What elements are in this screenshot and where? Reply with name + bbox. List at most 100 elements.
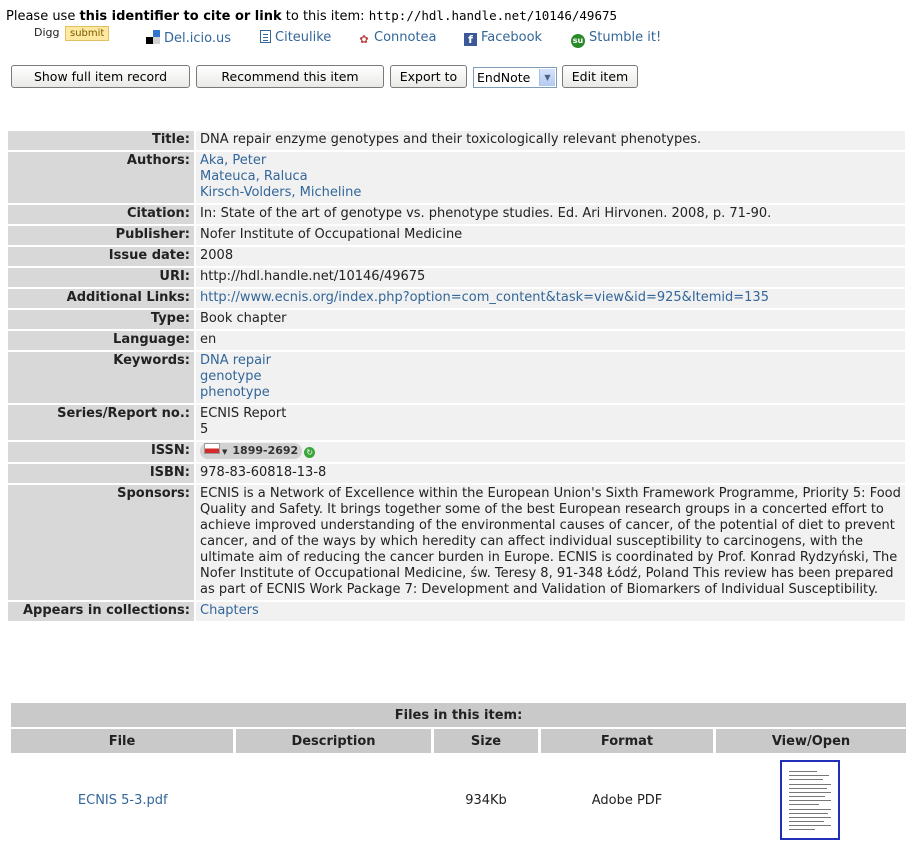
- series-number: 5: [200, 422, 901, 438]
- col-header-size: Size: [433, 728, 540, 753]
- citeulike-label: Citeulike: [275, 30, 331, 45]
- show-full-record-button[interactable]: Show full item record: [11, 65, 190, 88]
- metadata-row-citation: Citation: In: State of the art of genoty…: [8, 205, 905, 224]
- file-link[interactable]: ECNIS 5-3.pdf: [78, 793, 168, 808]
- series-name: ECNIS Report: [200, 406, 901, 422]
- digg-widget[interactable]: Digg submit: [34, 26, 109, 41]
- metadata-row-series: Series/Report no.: ECNIS Report 5: [8, 405, 905, 440]
- author-link[interactable]: Mateuca, Raluca: [200, 169, 901, 185]
- publisher-label: Publisher:: [8, 226, 194, 245]
- keyword-link[interactable]: genotype: [200, 369, 901, 385]
- citation-label: Citation:: [8, 205, 194, 224]
- export-format-select[interactable]: EndNote ▼: [473, 67, 557, 88]
- issn-badge[interactable]: ▼1899-2692: [200, 443, 302, 459]
- stumble-label: Stumble it!: [589, 30, 661, 45]
- issue-date-label: Issue date:: [8, 247, 194, 266]
- author-link[interactable]: Kirsch-Volders, Micheline: [200, 185, 901, 201]
- publisher-value: Nofer Institute of Occupational Medicine: [194, 226, 905, 245]
- issn-number: 1899-2692: [232, 444, 298, 457]
- collections-label: Appears in collections:: [8, 602, 194, 621]
- export-button[interactable]: Export to: [390, 65, 467, 88]
- additional-link[interactable]: http://www.ecnis.org/index.php?option=co…: [200, 290, 901, 306]
- keyword-link[interactable]: DNA repair: [200, 353, 901, 369]
- files-header-row: File Description Size Format View/Open: [11, 728, 906, 753]
- title-value: DNA repair enzyme genotypes and their to…: [194, 131, 905, 150]
- metadata-row-uri: URI: http://hdl.handle.net/10146/49675: [8, 268, 905, 287]
- metadata-row-links: Additional Links: http://www.ecnis.org/i…: [8, 289, 905, 308]
- collection-link[interactable]: Chapters: [200, 603, 901, 619]
- poland-flag-icon: [204, 443, 220, 454]
- issn-label: ISSN:: [8, 442, 194, 462]
- metadata-row-collections: Appears in collections: Chapters: [8, 602, 905, 621]
- facebook-icon: f: [464, 33, 477, 46]
- keyword-link[interactable]: phenotype: [200, 385, 901, 401]
- keywords-label: Keywords:: [8, 352, 194, 403]
- col-header-file: File: [11, 728, 235, 753]
- format-cell: Adobe PDF: [540, 753, 715, 847]
- chevron-down-icon[interactable]: ▼: [539, 69, 555, 86]
- isbn-label: ISBN:: [8, 464, 194, 483]
- col-header-description: Description: [235, 728, 433, 753]
- title-label: Title:: [8, 131, 194, 150]
- issn-lookup-icon[interactable]: ↻: [304, 447, 315, 458]
- files-caption: Files in this item:: [11, 703, 906, 728]
- cite-notice: Please use this identifier to cite or li…: [6, 8, 617, 24]
- series-label: Series/Report no.:: [8, 405, 194, 440]
- type-value: Book chapter: [194, 310, 905, 329]
- connotea-icon: ✿: [358, 34, 370, 46]
- keywords-value: DNA repair genotype phenotype: [194, 352, 905, 403]
- additional-links-label: Additional Links:: [8, 289, 194, 308]
- edit-item-button[interactable]: Edit item: [562, 65, 638, 88]
- cite-handle: http://hdl.handle.net/10146/49675: [369, 8, 617, 23]
- additional-links-value: http://www.ecnis.org/index.php?option=co…: [194, 289, 905, 308]
- facebook-link[interactable]: f Facebook: [464, 30, 542, 46]
- uri-value: http://hdl.handle.net/10146/49675: [194, 268, 905, 287]
- metadata-row-issue-date: Issue date: 2008: [8, 247, 905, 266]
- stumbleupon-icon: su: [571, 34, 585, 48]
- issue-date-value: 2008: [194, 247, 905, 266]
- recommend-item-button[interactable]: Recommend this item: [196, 65, 384, 88]
- delicious-label: Del.icio.us: [164, 31, 231, 46]
- metadata-row-sponsors: Sponsors: ECNIS is a Network of Excellen…: [8, 485, 905, 600]
- connotea-label: Connotea: [374, 30, 437, 45]
- metadata-row-keywords: Keywords: DNA repair genotype phenotype: [8, 352, 905, 403]
- metadata-row-issn: ISSN: ▼1899-2692↻: [8, 442, 905, 462]
- view-open-cell: [715, 753, 906, 847]
- author-link[interactable]: Aka, Peter: [200, 153, 901, 169]
- delicious-icon: [146, 30, 160, 44]
- citeulike-link[interactable]: Citeulike: [260, 30, 331, 45]
- col-header-view-open: View/Open: [715, 728, 906, 753]
- pdf-thumbnail[interactable]: [780, 760, 840, 840]
- language-label: Language:: [8, 331, 194, 350]
- authors-value: Aka, Peter Mateuca, Raluca Kirsch-Volder…: [194, 152, 905, 203]
- description-cell: [235, 753, 433, 847]
- uri-label: URI:: [8, 268, 194, 287]
- collections-value: Chapters: [194, 602, 905, 621]
- metadata-row-publisher: Publisher: Nofer Institute of Occupation…: [8, 226, 905, 245]
- digg-label: Digg: [34, 26, 60, 39]
- issn-value: ▼1899-2692↻: [194, 442, 905, 462]
- digg-submit-button[interactable]: submit: [65, 26, 109, 41]
- language-value: en: [194, 331, 905, 350]
- files-caption-row: Files in this item:: [11, 703, 906, 728]
- metadata-row-type: Type: Book chapter: [8, 310, 905, 329]
- metadata-row-title: Title: DNA repair enzyme genotypes and t…: [8, 131, 905, 150]
- facebook-label: Facebook: [481, 30, 542, 45]
- isbn-value: 978-83-60818-13-8: [194, 464, 905, 483]
- connotea-link[interactable]: ✿ Connotea: [358, 30, 437, 46]
- citation-value: In: State of the art of genotype vs. phe…: [194, 205, 905, 224]
- metadata-row-authors: Authors: Aka, Peter Mateuca, Raluca Kirs…: [8, 152, 905, 203]
- authors-label: Authors:: [8, 152, 194, 203]
- delicious-link[interactable]: Del.icio.us: [146, 30, 231, 46]
- item-metadata-table: Title: DNA repair enzyme genotypes and t…: [8, 129, 905, 623]
- metadata-row-isbn: ISBN: 978-83-60818-13-8: [8, 464, 905, 483]
- file-cell: ECNIS 5-3.pdf: [11, 753, 235, 847]
- size-cell: 934Kb: [433, 753, 540, 847]
- cite-prefix: Please use: [6, 9, 79, 24]
- sponsors-value: ECNIS is a Network of Excellence within …: [194, 485, 905, 600]
- stumbleupon-link[interactable]: su Stumble it!: [571, 30, 661, 48]
- sponsors-label: Sponsors:: [8, 485, 194, 600]
- table-row: ECNIS 5-3.pdf 934Kb Adobe PDF: [11, 753, 906, 847]
- export-format-value: EndNote: [477, 70, 530, 85]
- series-value: ECNIS Report 5: [194, 405, 905, 440]
